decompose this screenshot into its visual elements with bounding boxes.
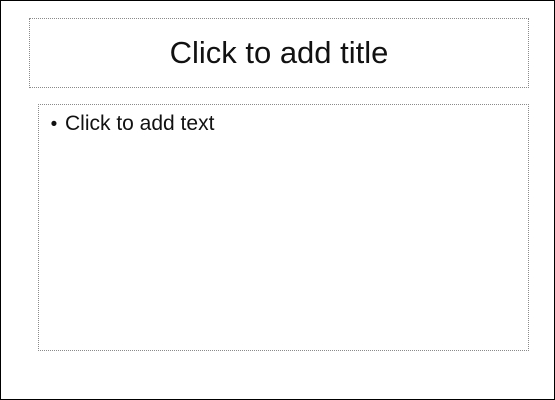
bullet-icon: •	[50, 114, 58, 135]
bullet-item: • Click to add text	[43, 112, 215, 136]
slide-canvas: Click to add title • Click to add text	[0, 0, 555, 400]
title-placeholder-text: Click to add title	[169, 34, 389, 70]
content-placeholder[interactable]: • Click to add text	[38, 104, 529, 351]
title-placeholder[interactable]: Click to add title	[29, 18, 529, 88]
content-placeholder-text: Click to add text	[65, 112, 215, 135]
